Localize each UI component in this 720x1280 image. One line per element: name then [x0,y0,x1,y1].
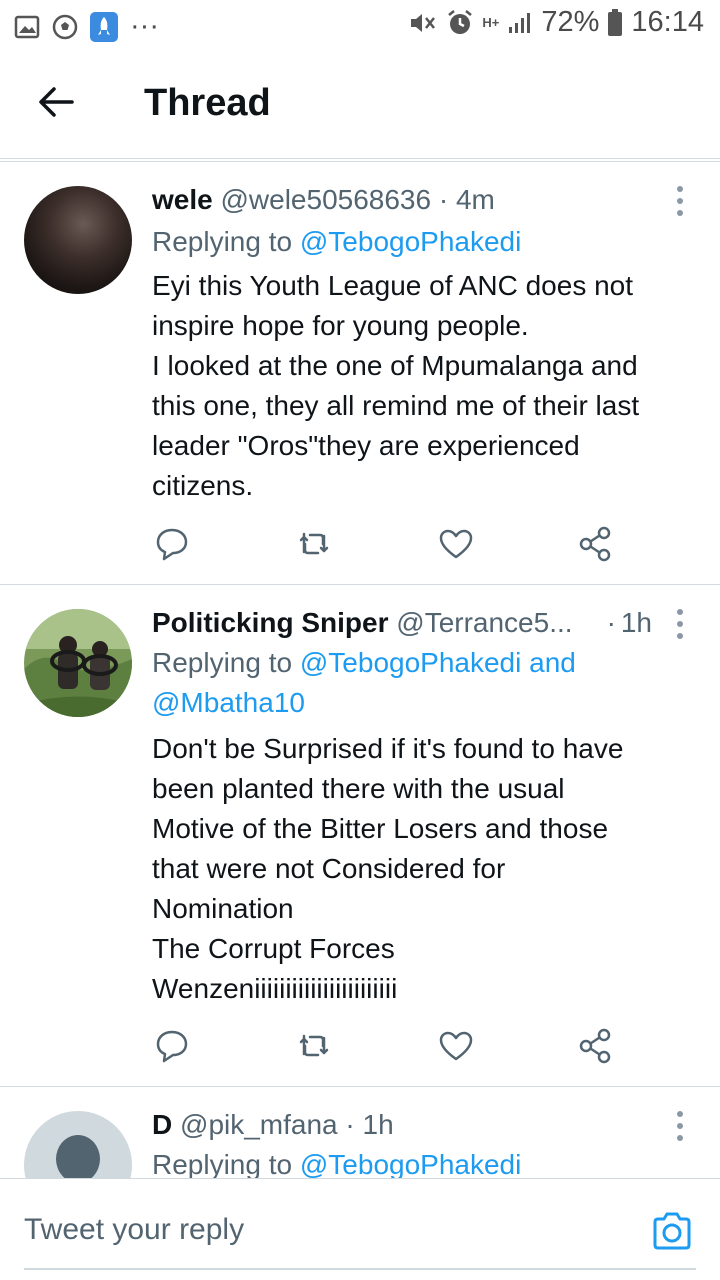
tweet-header: wele @wele50568636 · 4m [152,184,660,216]
avatar[interactable] [24,186,132,294]
tweet[interactable]: wele @wele50568636 · 4m Replying to @Teb… [0,162,720,584]
retweet-icon[interactable] [294,1026,334,1066]
tweet-text-line: leader "Oros"they are experienced [152,430,580,461]
tweet-text-line: citizens. [152,470,254,501]
more-options-icon[interactable] [670,607,690,641]
tweet-text-line: been planted there with the usual [152,773,565,804]
display-name[interactable]: wele [152,184,213,215]
share-icon[interactable] [576,1026,616,1066]
user-handle[interactable]: @pik_mfana [180,1109,338,1140]
mention-link[interactable]: @TebogoPhakedi and [300,647,576,678]
reply-composer: Tweet your reply [0,1178,720,1280]
separator: · [438,184,449,215]
replying-prefix: Replying to [152,226,293,257]
tweet-actions [152,524,622,564]
display-name[interactable]: Politicking Sniper [152,607,388,638]
tweet-text-line: I looked at the one of Mpumalanga and [152,350,638,381]
tweet-text: Eyi this Youth League of ANC does not in… [152,266,698,506]
display-name[interactable]: D [152,1109,172,1140]
user-handle[interactable]: @wele50568636 [220,184,431,215]
tweet-time: 4m [455,184,495,215]
default-avatar-icon [56,1135,100,1178]
tweet-time: 1h [620,607,652,638]
tweet-text-line: Nomination [152,893,294,924]
tweet-header: Politicking Sniper @Terrance5... · 1h [152,607,652,639]
battery-percent: 72% [541,6,600,38]
thread-header: Thread [0,50,720,158]
separator: · [606,607,616,638]
tweet-time: 1h [362,1109,394,1140]
mention-link[interactable]: @TebogoPhakedi [300,226,521,257]
replying-to: Replying to @TebogoPhakedi [152,1145,690,1178]
signal-icon [509,12,531,33]
reply-input[interactable]: Tweet your reply [24,1213,244,1247]
user-handle[interactable]: @Terrance5... [396,607,572,638]
status-right: H+ 72% 16:14 [408,6,704,39]
mute-icon [411,13,436,32]
replying-to: Replying to @TebogoPhakedi [152,222,690,262]
tweet[interactable]: D @pik_mfana · 1h Replying to @TebogoPha… [0,1087,720,1178]
replying-prefix: Replying to [152,647,293,678]
more-options-icon[interactable] [670,184,690,218]
rocket-app-icon [90,11,118,42]
like-icon[interactable] [436,524,476,564]
like-icon[interactable] [436,1026,476,1066]
tweet-text-line: this one, they all remind me of their la… [152,390,640,421]
tweet-text-line: that were not Considered for [152,853,506,884]
tweet[interactable]: Politicking Sniper @Terrance5... · 1h Re… [0,585,720,1085]
tweet-text-line: Wenzeniiiiiiiiiiiiiiiiiiiiiii [152,973,398,1004]
tweet-text-line: Don't be Surprised if it's found to have [152,733,624,764]
clock: 16:14 [631,6,704,38]
tweet-actions [152,1026,622,1066]
tweet-text-line: inspire hope for young people. [152,310,529,341]
reply-icon[interactable] [152,1026,192,1066]
battery-icon [608,8,623,36]
avatar[interactable] [24,609,132,717]
avatar[interactable] [24,1111,132,1178]
share-icon[interactable] [576,524,616,564]
retweet-icon[interactable] [294,524,334,564]
alarm-icon [448,9,473,34]
tweet-header: D @pik_mfana · 1h [152,1109,660,1141]
status-bar: ··· H+ 72% 16:14 [0,0,720,50]
separator: · [345,1109,355,1140]
gallery-icon [14,15,40,38]
tweet-text-line: The Corrupt Forces [152,933,395,964]
tweet-text: Don't be Surprised if it's found to have… [152,729,698,1009]
status-more-dots: ··· [130,10,159,42]
mention-link[interactable]: @Mbatha10 [152,687,305,718]
network-type: H+ [482,14,500,30]
replying-to: Replying to @TebogoPhakedi and @Mbatha10 [152,643,690,723]
replying-prefix: Replying to [152,1149,293,1178]
camera-icon[interactable] [650,1209,694,1253]
tweet-text-line: Eyi this Youth League of ANC does not [152,270,634,301]
page-title: Thread [144,82,271,124]
composer-underline [24,1268,696,1270]
soccer-ball-icon [52,14,78,39]
tweet-text-line: Motive of the Bitter Losers and those [152,813,609,844]
avatar-photo [24,609,132,717]
reply-icon[interactable] [152,524,192,564]
status-left-icons: ··· [14,10,159,43]
arrow-left-icon[interactable] [34,80,78,124]
mention-link[interactable]: @TebogoPhakedi [300,1149,521,1178]
more-options-icon[interactable] [670,1109,690,1143]
